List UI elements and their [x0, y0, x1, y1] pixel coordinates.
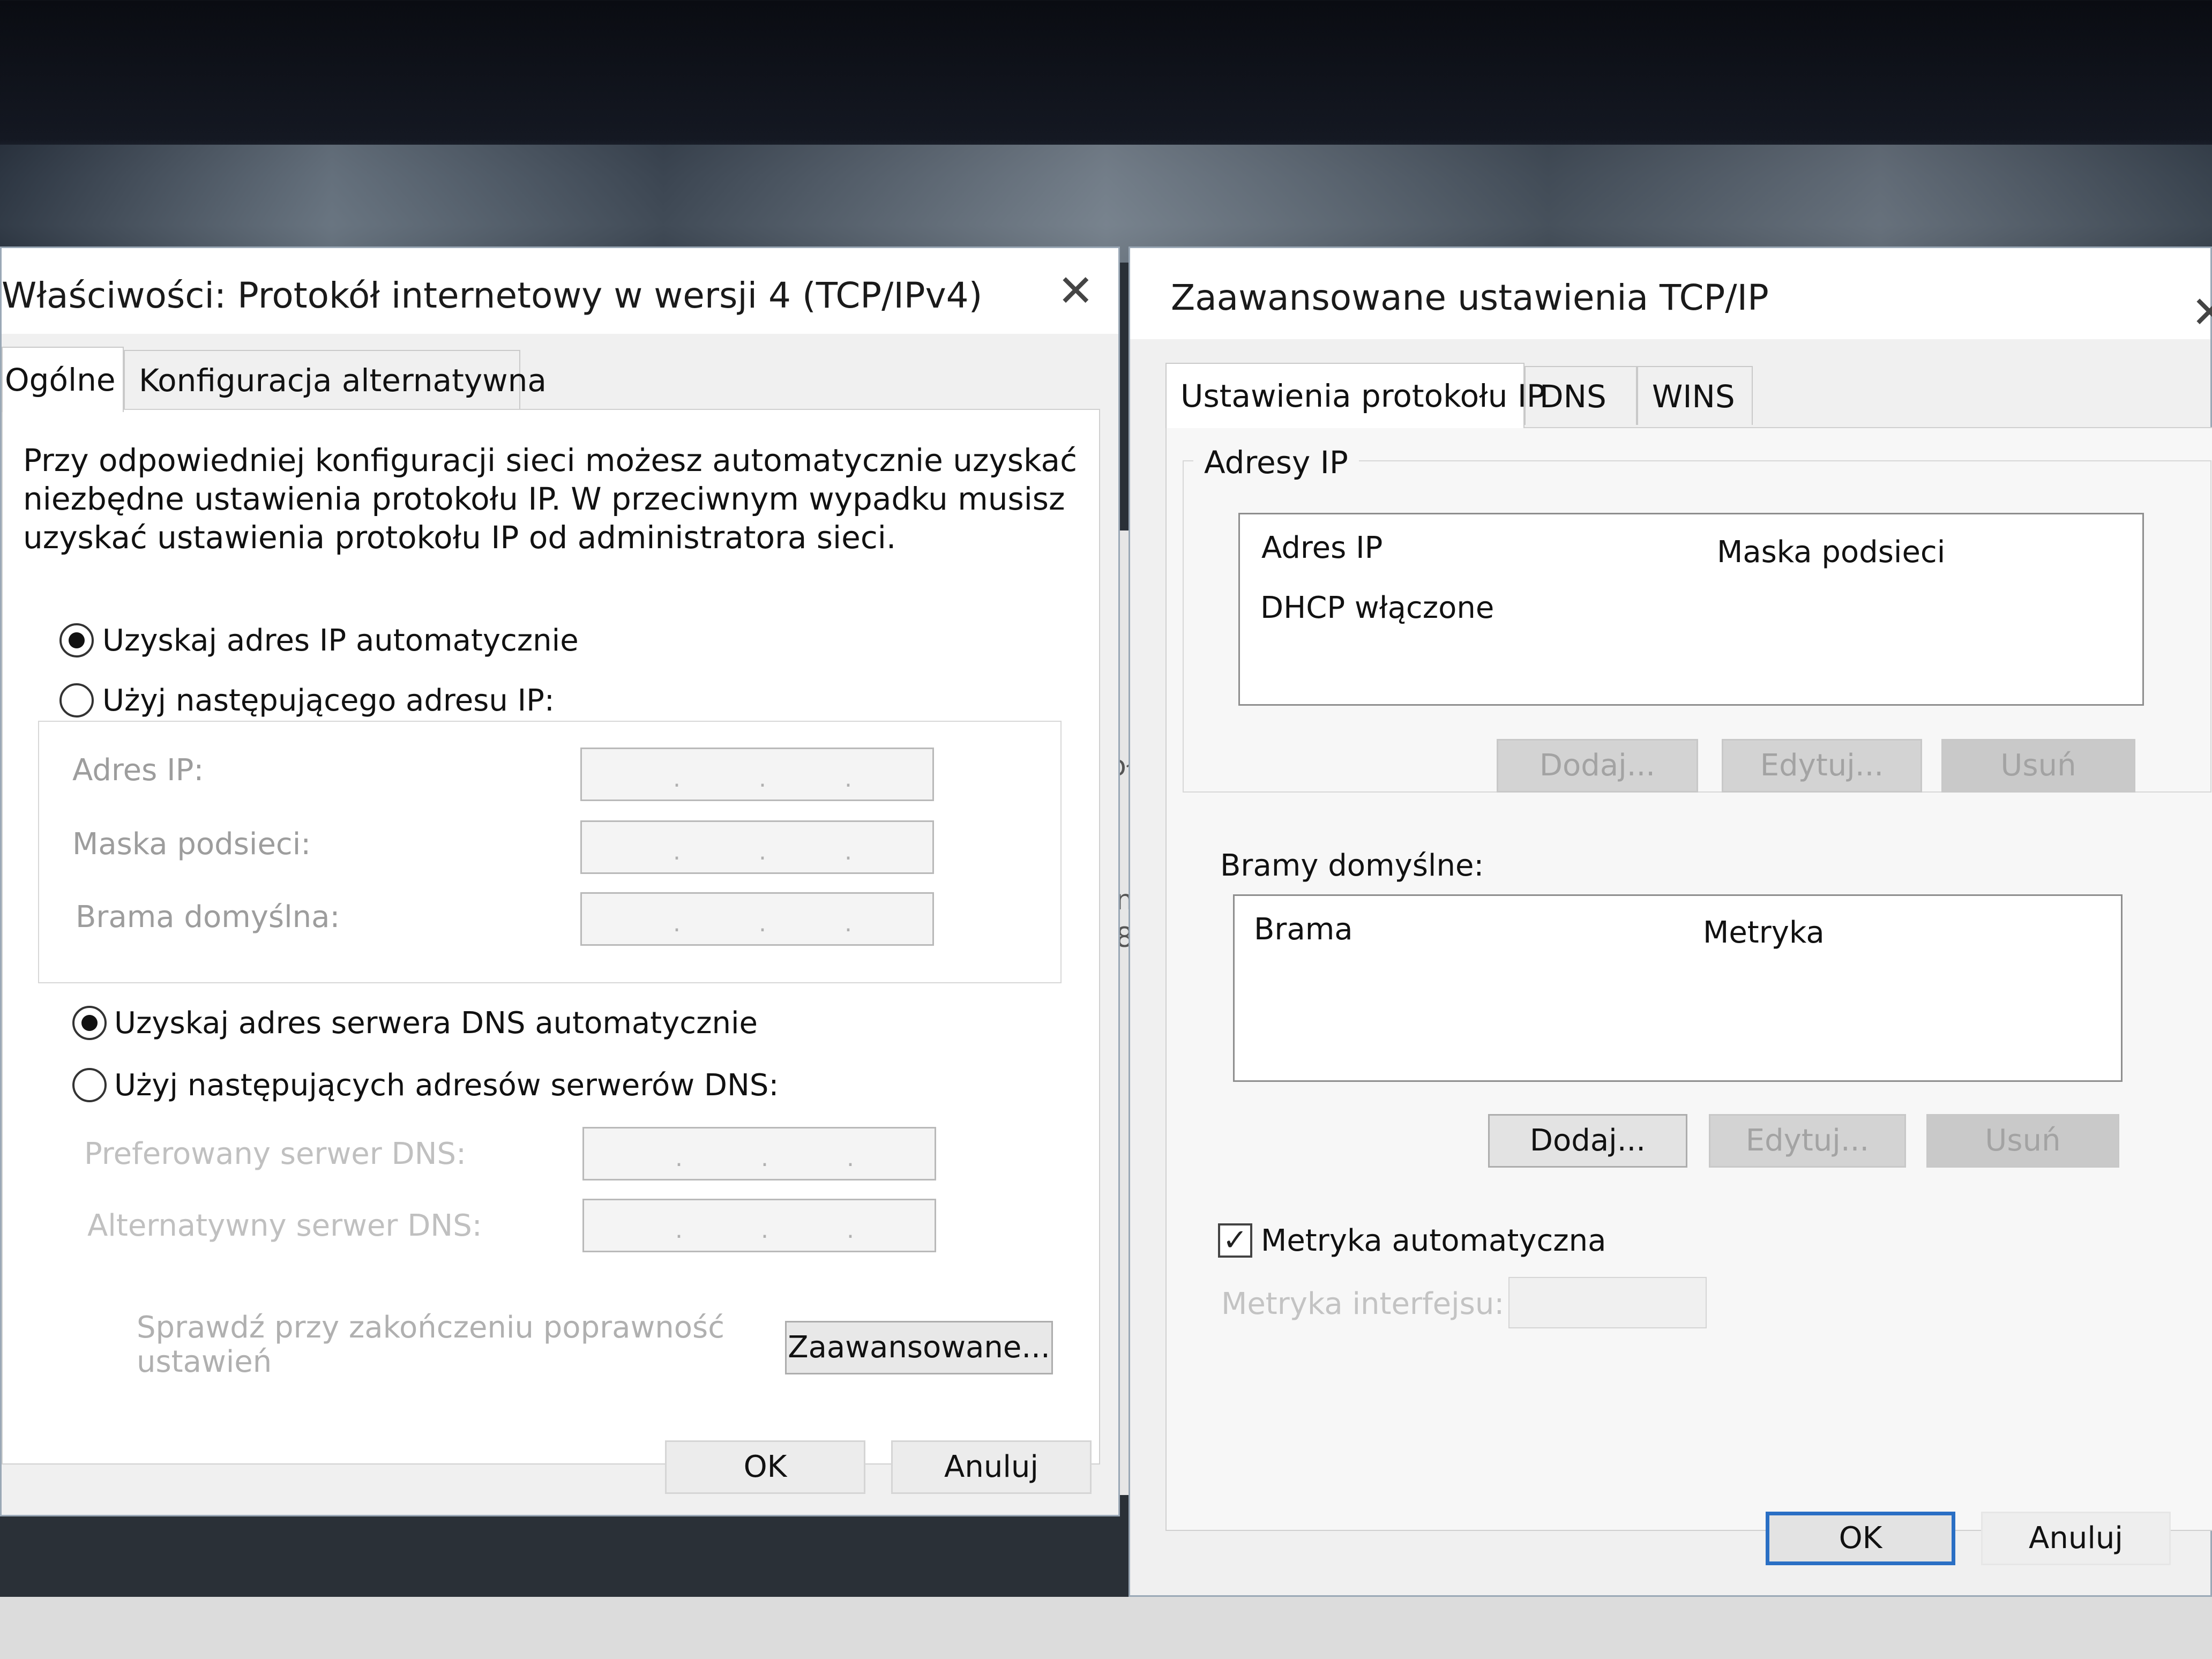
- alternate-dns-label: Alternatywny serwer DNS:: [87, 1208, 482, 1243]
- column-header-ip-address[interactable]: Adres IP: [1261, 530, 1382, 565]
- description-line-3: uzyskać ustawienia protokołu IP od admin…: [23, 519, 896, 556]
- tab-bar: Ustawienia protokołu IP DNS WINS: [1130, 363, 1827, 428]
- edit-ip-button[interactable]: Edytuj...: [1722, 739, 1922, 793]
- default-gateways-label: Bramy domyślne:: [1220, 848, 1484, 883]
- interface-metric-label: Metryka interfejsu:: [1221, 1287, 1505, 1321]
- ip-address-input[interactable]: ...: [580, 748, 934, 801]
- list-item[interactable]: DHCP włączone: [1260, 591, 1494, 625]
- tab-general[interactable]: Ogólne: [2, 347, 124, 412]
- close-icon[interactable]: ✕: [2191, 291, 2212, 335]
- ip-settings-panel: Adresy IP Adres IP Maska podsieci DHCP w…: [1165, 427, 2212, 1531]
- add-gateway-button[interactable]: Dodaj...: [1488, 1114, 1687, 1168]
- tab-wins[interactable]: WINS: [1637, 366, 1753, 425]
- remove-gateway-button[interactable]: Usuń: [1926, 1114, 2119, 1168]
- close-icon[interactable]: ✕: [1057, 270, 1094, 313]
- description-line-2: niezbędne ustawienia protokołu IP. W prz…: [23, 481, 1065, 517]
- tab-bar: Ogólne Konfiguracja alternatywna: [2, 347, 591, 412]
- description-line-1: Przy odpowiedniej konfiguracji sieci moż…: [23, 442, 1077, 479]
- interface-metric-input[interactable]: [1508, 1277, 1707, 1328]
- advanced-button[interactable]: Zaawansowane...: [785, 1321, 1053, 1374]
- ip-auto-label[interactable]: Uzyskaj adres IP automatycznie: [102, 623, 579, 658]
- edit-gateway-button[interactable]: Edytuj...: [1709, 1114, 1906, 1168]
- column-header-subnet-mask[interactable]: Maska podsieci: [1717, 535, 1945, 570]
- dns-auto-radio[interactable]: [72, 1006, 107, 1040]
- preferred-dns-input[interactable]: ...: [582, 1127, 936, 1180]
- ip-address-list[interactable]: Adres IP Maska podsieci DHCP włączone: [1238, 513, 2144, 706]
- dns-manual-label[interactable]: Użyj następujących adresów serwerów DNS:: [114, 1068, 779, 1103]
- dns-auto-label[interactable]: Uzyskaj adres serwera DNS automatycznie: [114, 1006, 758, 1041]
- ip-address-label: Adres IP:: [72, 753, 204, 788]
- cancel-button[interactable]: Anuluj: [1981, 1512, 2171, 1565]
- ip-manual-label[interactable]: Użyj następującego adresu IP:: [102, 683, 555, 718]
- tab-alternate-config[interactable]: Konfiguracja alternatywna: [124, 350, 547, 409]
- ip-manual-radio[interactable]: [59, 683, 94, 718]
- desktop-wallpaper-strip: [0, 145, 2212, 263]
- default-gateway-input[interactable]: ...: [580, 892, 934, 946]
- preferred-dns-label: Preferowany serwer DNS:: [84, 1137, 466, 1171]
- auto-metric-label[interactable]: Metryka automatyczna: [1261, 1223, 1606, 1258]
- add-ip-button[interactable]: Dodaj...: [1497, 739, 1698, 793]
- tab-ip-settings[interactable]: Ustawienia protokołu IP: [1165, 363, 1545, 428]
- validate-settings-label[interactable]: Sprawdź przy zakończeniu poprawność: [137, 1310, 724, 1345]
- advanced-tcpip-dialog: Zaawansowane ustawienia TCP/IP ✕ Ustawie…: [1129, 246, 2212, 1597]
- column-header-metric[interactable]: Metryka: [1703, 915, 1825, 950]
- subnet-mask-label: Maska podsieci:: [72, 827, 311, 862]
- validate-settings-label-line2[interactable]: ustawień: [137, 1344, 272, 1379]
- dns-manual-radio[interactable]: [72, 1068, 107, 1102]
- ip-auto-radio[interactable]: [59, 623, 94, 657]
- gateway-list[interactable]: Brama Metryka: [1233, 894, 2123, 1082]
- dialog-title: Zaawansowane ustawienia TCP/IP: [1171, 277, 1769, 318]
- desktop-bottom: [0, 1597, 2212, 1659]
- title-bar: Zaawansowane ustawienia TCP/IP ✕: [1130, 248, 2212, 339]
- ok-button[interactable]: OK: [665, 1440, 865, 1494]
- ip-addresses-group-label: Adresy IP: [1193, 444, 1359, 481]
- ipv4-properties-dialog: Właściwości: Protokół internetowy w wers…: [0, 246, 1120, 1516]
- dialog-title: Właściwości: Protokół internetowy w wers…: [2, 275, 983, 316]
- title-bar: Właściwości: Protokół internetowy w wers…: [2, 248, 1118, 334]
- auto-metric-checkbox[interactable]: ✓: [1218, 1223, 1252, 1258]
- ok-button[interactable]: OK: [1766, 1512, 1955, 1565]
- subnet-mask-input[interactable]: ...: [580, 820, 934, 874]
- general-panel: Przy odpowiedniej konfiguracji sieci moż…: [2, 409, 1100, 1464]
- remove-ip-button[interactable]: Usuń: [1941, 739, 2135, 793]
- column-header-gateway[interactable]: Brama: [1254, 912, 1353, 947]
- default-gateway-label: Brama domyślna:: [76, 900, 340, 935]
- alternate-dns-input[interactable]: ...: [582, 1199, 936, 1252]
- cancel-button[interactable]: Anuluj: [891, 1440, 1092, 1494]
